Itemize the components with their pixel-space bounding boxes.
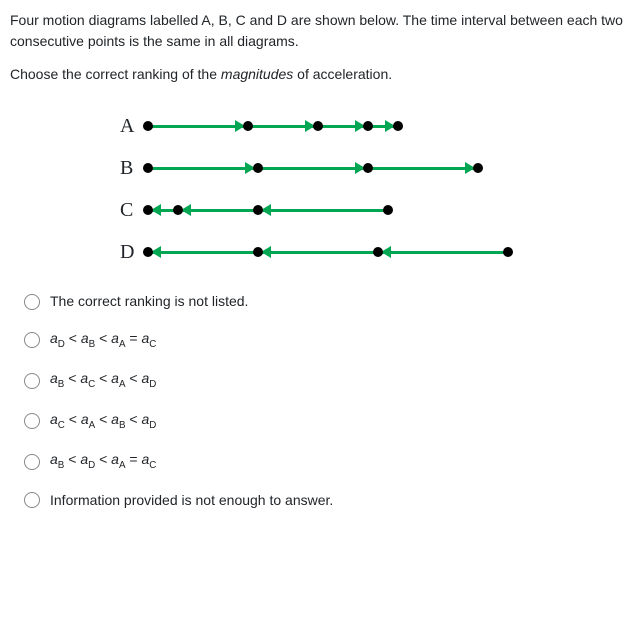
segment-line bbox=[258, 209, 388, 212]
radio-icon[interactable] bbox=[24, 454, 40, 470]
option-4[interactable]: aB < aD < aA = aC bbox=[24, 449, 634, 473]
position-dot bbox=[363, 163, 373, 173]
position-dot bbox=[503, 247, 513, 257]
question-task-b: of acceleration. bbox=[293, 66, 392, 82]
option-3[interactable]: aC < aA < aB < aD bbox=[24, 409, 634, 433]
radio-icon[interactable] bbox=[24, 294, 40, 310]
position-dot bbox=[143, 205, 153, 215]
option-0[interactable]: The correct ranking is not listed. bbox=[24, 291, 634, 312]
position-dot bbox=[253, 205, 263, 215]
diagram-row-C: C bbox=[120, 201, 634, 219]
option-label: aC < aA < aB < aD bbox=[50, 409, 156, 433]
motion-diagrams: A B C D bbox=[10, 97, 634, 291]
position-dot bbox=[243, 121, 253, 131]
option-label: The correct ranking is not listed. bbox=[50, 291, 248, 312]
segment-line bbox=[378, 251, 508, 254]
segment-line bbox=[368, 167, 478, 170]
segment-line bbox=[258, 251, 378, 254]
segment-line bbox=[148, 125, 248, 128]
position-dot bbox=[313, 121, 323, 131]
question-task-a: Choose the correct ranking of the bbox=[10, 66, 221, 82]
segment-line bbox=[148, 251, 258, 254]
position-dot bbox=[393, 121, 403, 131]
position-dot bbox=[363, 121, 373, 131]
radio-icon[interactable] bbox=[24, 332, 40, 348]
question-intro: Four motion diagrams labelled A, B, C an… bbox=[10, 10, 634, 52]
option-label: aB < aC < aA < aD bbox=[50, 368, 156, 392]
diagram-row-D: D bbox=[120, 243, 634, 261]
diagram-row-A: A bbox=[120, 117, 634, 135]
option-2[interactable]: aB < aC < aA < aD bbox=[24, 368, 634, 392]
position-dot bbox=[143, 163, 153, 173]
radio-icon[interactable] bbox=[24, 492, 40, 508]
radio-icon[interactable] bbox=[24, 373, 40, 389]
diagram-track bbox=[148, 245, 518, 259]
position-dot bbox=[143, 247, 153, 257]
position-dot bbox=[253, 163, 263, 173]
option-label: aD < aB < aA = aC bbox=[50, 328, 156, 352]
question-task: Choose the correct ranking of the magnit… bbox=[10, 64, 634, 85]
radio-icon[interactable] bbox=[24, 413, 40, 429]
position-dot bbox=[253, 247, 263, 257]
diagram-row-B: B bbox=[120, 159, 634, 177]
position-dot bbox=[383, 205, 393, 215]
option-label: Information provided is not enough to an… bbox=[50, 490, 333, 511]
segment-line bbox=[258, 167, 368, 170]
question-task-italic: magnitudes bbox=[221, 66, 293, 82]
position-dot bbox=[473, 163, 483, 173]
option-5[interactable]: Information provided is not enough to an… bbox=[24, 490, 634, 511]
segment-line bbox=[148, 167, 258, 170]
diagram-track bbox=[148, 119, 408, 133]
answer-options: The correct ranking is not listed. aD < a… bbox=[10, 291, 634, 511]
option-1[interactable]: aD < aB < aA = aC bbox=[24, 328, 634, 352]
position-dot bbox=[143, 121, 153, 131]
diagram-track bbox=[148, 203, 398, 217]
option-label: aB < aD < aA = aC bbox=[50, 449, 156, 473]
diagram-track bbox=[148, 161, 488, 175]
position-dot bbox=[373, 247, 383, 257]
position-dot bbox=[173, 205, 183, 215]
